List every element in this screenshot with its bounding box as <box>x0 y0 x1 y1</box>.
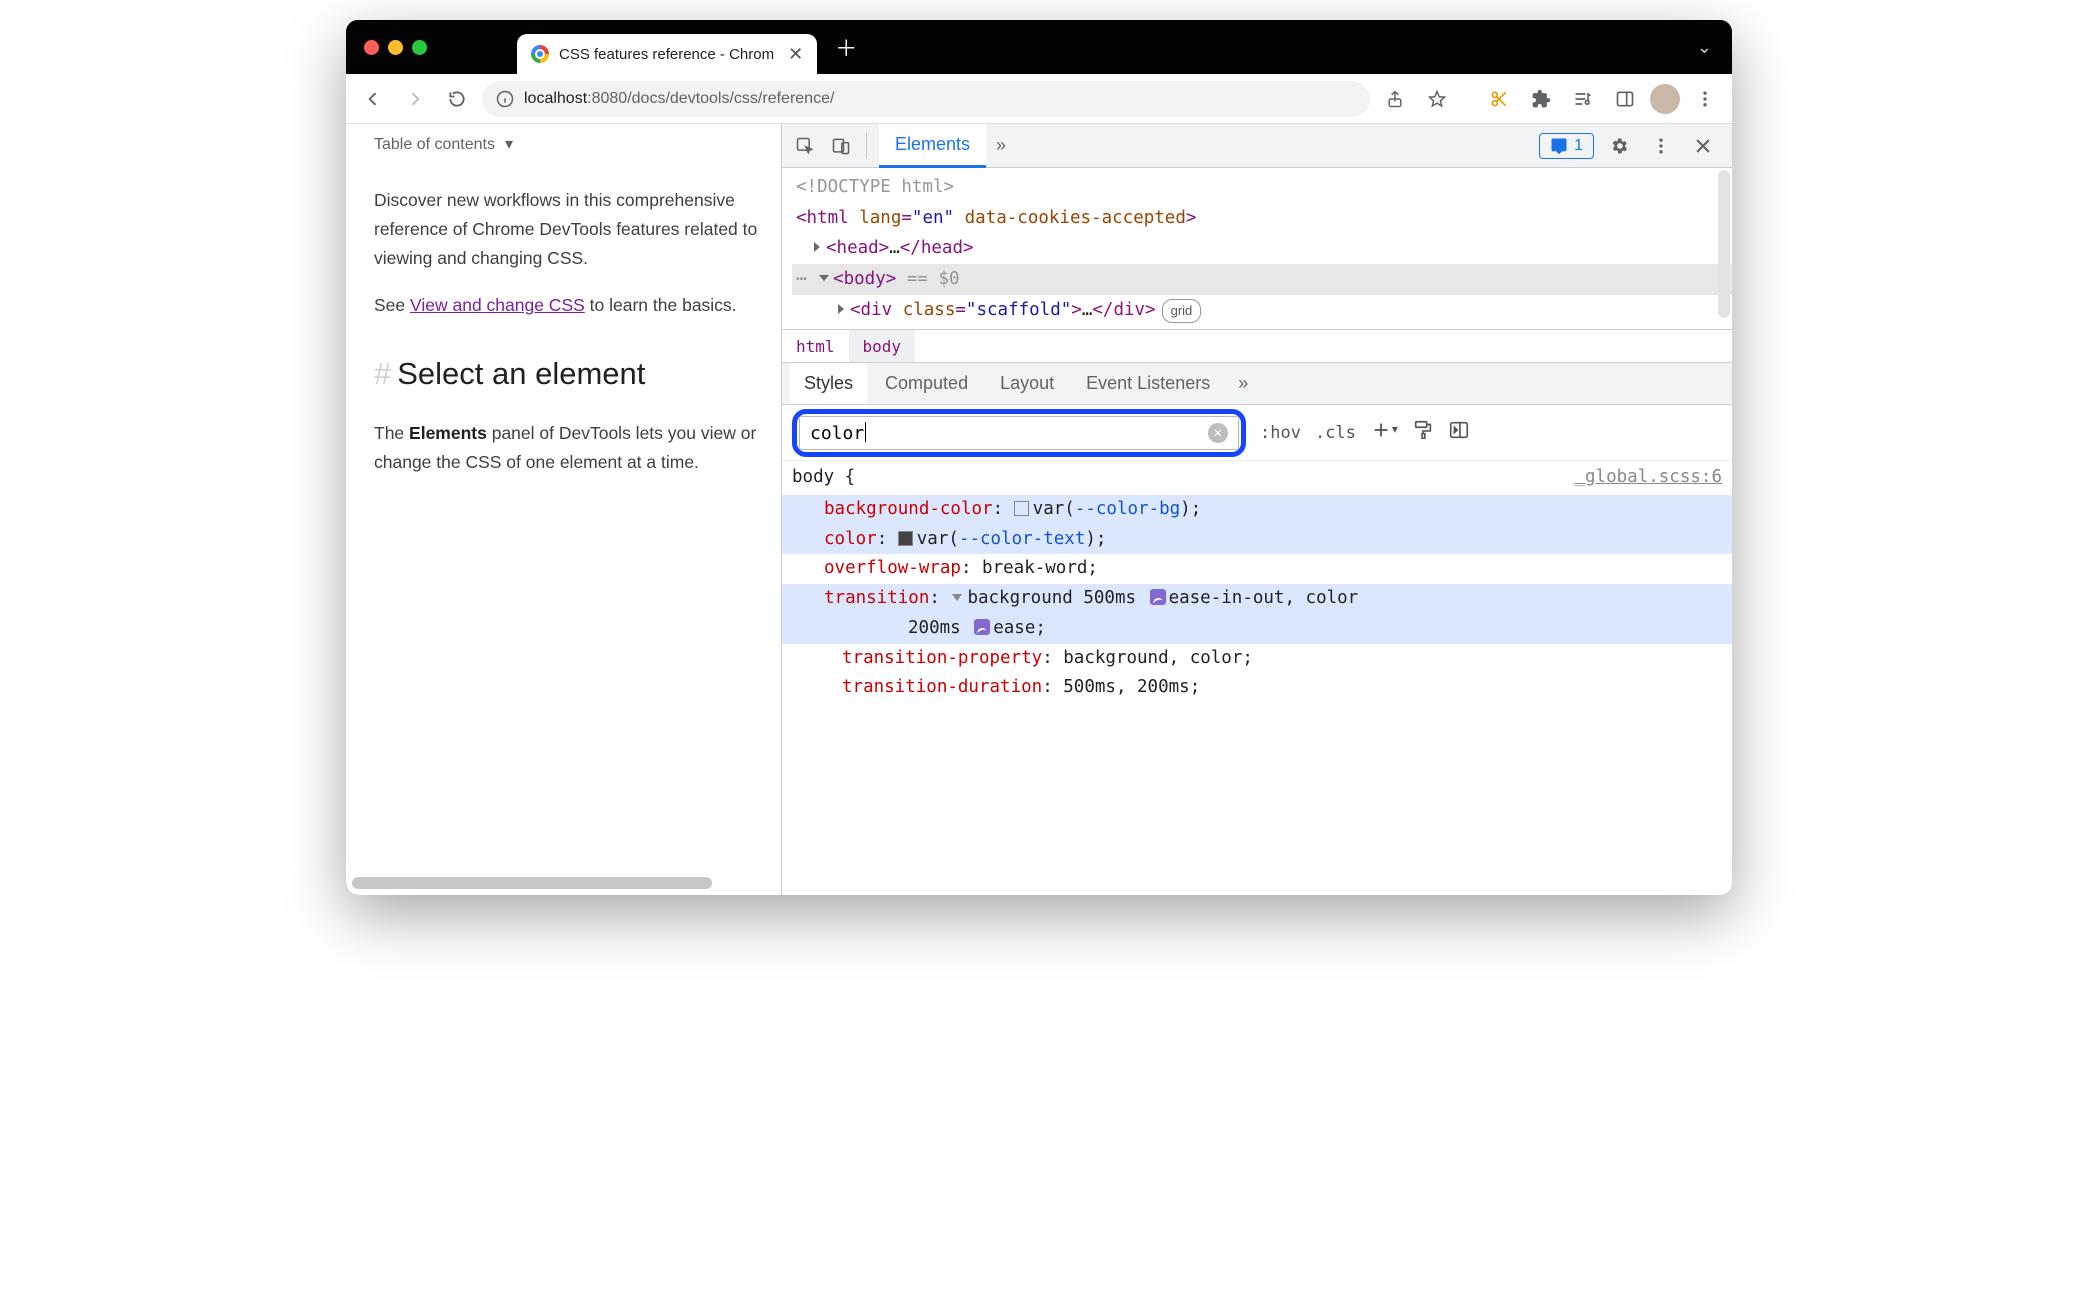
dom-scrollbar[interactable] <box>1718 170 1730 318</box>
forward-button[interactable] <box>398 82 432 116</box>
url-text: localhost:8080/docs/devtools/css/referen… <box>524 90 834 108</box>
filter-highlight: color ✕ <box>792 409 1246 457</box>
styles-filter-input[interactable]: color ✕ <box>799 416 1239 450</box>
dom-breadcrumb: html body <box>782 329 1732 363</box>
bookmark-icon[interactable] <box>1420 82 1454 116</box>
styles-filter-bar: color ✕ :hov .cls ▾ <box>782 405 1732 461</box>
paint-format-icon[interactable] <box>1412 419 1434 446</box>
intro-paragraph: Discover new workflows in this comprehen… <box>374 186 759 273</box>
scissors-icon[interactable] <box>1482 82 1516 116</box>
elements-paragraph: The Elements panel of DevTools lets you … <box>374 419 759 477</box>
browser-window: CSS features reference - Chrom ✕ ＋ ⌄ loc… <box>346 20 1732 895</box>
horizontal-scrollbar[interactable] <box>352 877 712 889</box>
device-toolbar-icon[interactable] <box>824 129 858 163</box>
dom-tree[interactable]: <!DOCTYPE html> <html lang="en" data-coo… <box>782 168 1732 329</box>
css-declaration[interactable]: transition-property: background, color; <box>782 644 1732 674</box>
styles-pane[interactable]: body { _global.scss:6 background-color: … <box>782 461 1732 895</box>
browser-menu-icon[interactable] <box>1688 82 1722 116</box>
table-of-contents-toggle[interactable]: Table of contents ▾ <box>374 132 759 158</box>
playlist-icon[interactable] <box>1566 82 1600 116</box>
devtools-tabbar: Elements » 1 <box>782 124 1732 168</box>
subtab-layout[interactable]: Layout <box>986 363 1068 404</box>
browser-toolbar: localhost:8080/docs/devtools/css/referen… <box>346 74 1732 124</box>
tab-strip: CSS features reference - Chrom ✕ ＋ ⌄ <box>346 20 1732 74</box>
crumb-html[interactable]: html <box>782 330 849 362</box>
tab-title: CSS features reference - Chrom <box>559 46 774 63</box>
devtools-close-icon[interactable] <box>1686 129 1720 163</box>
page-viewport[interactable]: Table of contents ▾ Discover new workflo… <box>346 124 781 895</box>
close-window-button[interactable] <box>364 40 379 55</box>
dom-head-node[interactable]: <head>…</head> <box>792 233 1732 264</box>
css-declaration[interactable]: color: var(--color-text); <box>782 525 1732 555</box>
extensions-icon[interactable] <box>1524 82 1558 116</box>
profile-avatar[interactable] <box>1650 84 1680 114</box>
issues-icon <box>1550 137 1568 155</box>
panel-overflow-icon[interactable]: » <box>986 135 1016 156</box>
devtools-menu-icon[interactable] <box>1644 129 1678 163</box>
dom-html-node[interactable]: <html lang="en" data-cookies-accepted> <box>792 203 1732 234</box>
dom-body-node[interactable]: ⋯ <body> == $0 <box>792 264 1732 295</box>
inspect-element-icon[interactable] <box>788 129 822 163</box>
css-declaration[interactable]: overflow-wrap: break-word; <box>782 554 1732 584</box>
back-button[interactable] <box>356 82 390 116</box>
clear-filter-icon[interactable]: ✕ <box>1208 423 1228 443</box>
tab-elements[interactable]: Elements <box>879 124 986 168</box>
devtools-settings-icon[interactable] <box>1602 129 1636 163</box>
toggle-hover-button[interactable]: :hov <box>1260 423 1301 443</box>
subtab-overflow-icon[interactable]: » <box>1228 373 1258 394</box>
devtools-panel: Elements » 1 <!DOCTYPE html> <html lang=… <box>781 124 1732 895</box>
content-area: Table of contents ▾ Discover new workflo… <box>346 124 1732 895</box>
css-declaration[interactable]: 200ms ease; <box>824 614 1722 644</box>
css-declaration[interactable]: transition-duration: 500ms, 200ms; <box>782 673 1732 703</box>
sidepanel-icon[interactable] <box>1608 82 1642 116</box>
maximize-window-button[interactable] <box>412 40 427 55</box>
see-paragraph: See View and change CSS to learn the bas… <box>374 291 759 320</box>
close-tab-icon[interactable]: ✕ <box>788 44 803 65</box>
section-heading: #Select an element <box>374 348 759 399</box>
minimize-window-button[interactable] <box>388 40 403 55</box>
share-icon[interactable] <box>1378 82 1412 116</box>
css-declaration[interactable]: background-color: var(--color-bg); <box>782 495 1732 525</box>
address-bar[interactable]: localhost:8080/docs/devtools/css/referen… <box>482 81 1370 117</box>
issues-badge[interactable]: 1 <box>1539 133 1594 159</box>
chrome-favicon-icon <box>531 45 549 63</box>
browser-tab[interactable]: CSS features reference - Chrom ✕ <box>517 34 817 74</box>
tab-list-chevron-icon[interactable]: ⌄ <box>1697 37 1712 58</box>
rule-header: body { _global.scss:6 <box>782 461 1732 495</box>
view-change-css-link[interactable]: View and change CSS <box>410 295 585 315</box>
styles-subtabs: Styles Computed Layout Event Listeners » <box>782 363 1732 405</box>
new-style-rule-icon[interactable]: ▾ <box>1370 419 1398 446</box>
subtab-computed[interactable]: Computed <box>871 363 982 404</box>
site-info-icon[interactable] <box>496 90 514 108</box>
subtab-styles[interactable]: Styles <box>790 363 867 404</box>
rule-source-link[interactable]: _global.scss:6 <box>1574 463 1722 493</box>
subtab-event-listeners[interactable]: Event Listeners <box>1072 363 1224 404</box>
window-controls <box>364 40 427 55</box>
css-declaration[interactable]: transition: background 500ms ease-in-out… <box>782 584 1732 644</box>
rendering-panel-icon[interactable] <box>1448 419 1470 446</box>
reload-button[interactable] <box>440 82 474 116</box>
crumb-body[interactable]: body <box>849 330 916 362</box>
grid-badge[interactable]: grid <box>1162 299 1202 324</box>
dom-div-node[interactable]: <div class="scaffold">…</div>grid <box>792 295 1732 326</box>
new-tab-button[interactable]: ＋ <box>835 31 857 63</box>
toggle-classes-button[interactable]: .cls <box>1315 423 1356 443</box>
chevron-down-icon: ▾ <box>505 132 513 158</box>
